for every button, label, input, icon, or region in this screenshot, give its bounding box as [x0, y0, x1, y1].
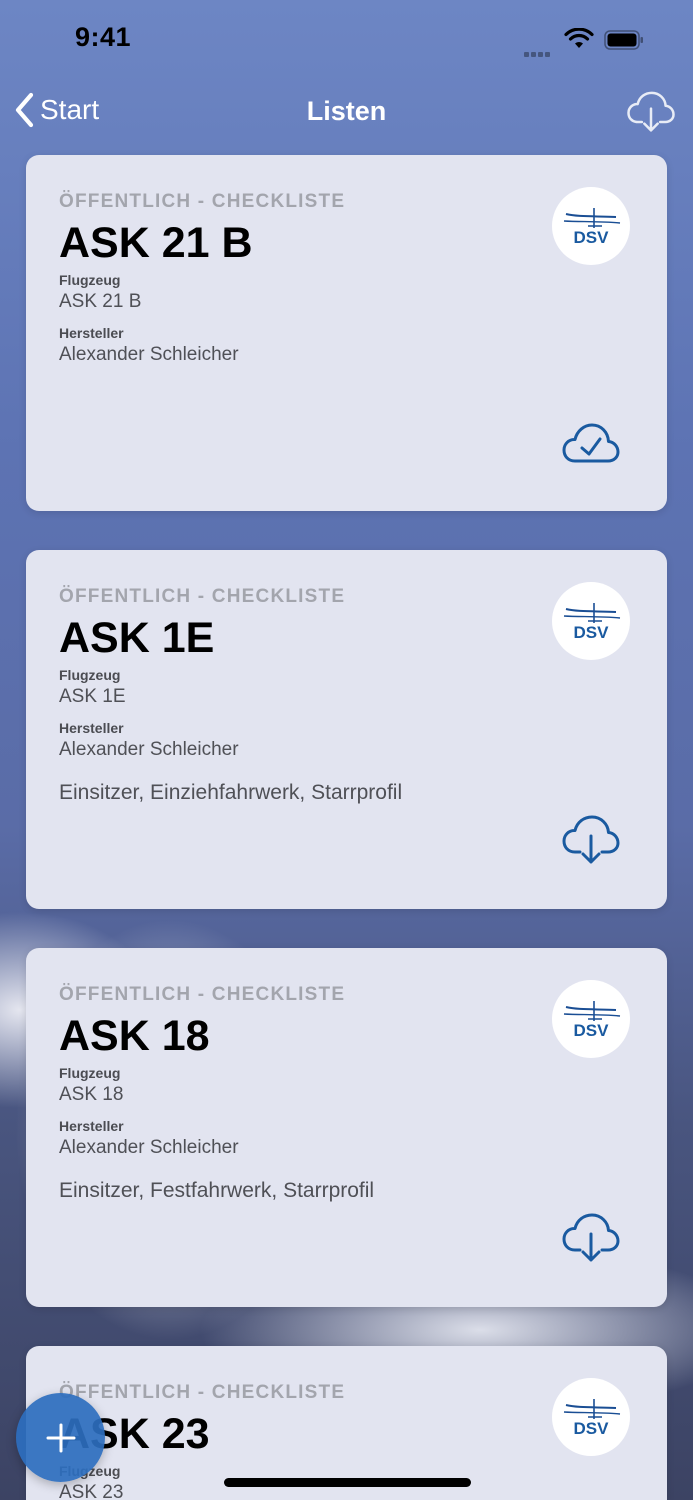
dsv-logo: DSV [552, 1378, 630, 1456]
download-button[interactable] [561, 1212, 621, 1269]
downloaded-status-button[interactable] [561, 421, 621, 470]
aircraft-label: Flugzeug [59, 272, 121, 288]
plus-icon [46, 1423, 75, 1452]
card-title: ASK 21 B [59, 219, 253, 267]
aircraft-value: ASK 18 [59, 1084, 124, 1105]
cellular-signal-icon [524, 44, 552, 62]
checklist-card[interactable]: ÖFFENTLICH - CHECKLISTE ASK 1E Flugzeug … [26, 550, 667, 909]
manufacturer-value: Alexander Schleicher [59, 344, 239, 365]
manufacturer-value: Alexander Schleicher [59, 1137, 239, 1158]
card-type-label: ÖFFENTLICH - CHECKLISTE [59, 586, 346, 607]
manufacturer-label: Hersteller [59, 720, 124, 736]
cloud-download-icon [627, 91, 675, 132]
add-checklist-button[interactable] [16, 1393, 105, 1482]
aircraft-label: Flugzeug [59, 1065, 121, 1081]
card-description: Einsitzer, Einziehfahrwerk, Starrprofil [59, 781, 403, 804]
page-title: Listen [306, 96, 387, 126]
home-indicator [224, 1478, 471, 1487]
dsv-logo: DSV [552, 980, 630, 1058]
dsv-logo: DSV [552, 187, 630, 265]
card-description: Einsitzer, Festfahrwerk, Starrprofil [59, 1179, 375, 1202]
navigation-bar: Start Listen [0, 80, 693, 144]
logo-text: DSV [574, 1021, 610, 1039]
checklist-card[interactable]: ÖFFENTLICH - CHECKLISTE ASK 23 Flugzeug … [26, 1346, 667, 1500]
card-type-label: ÖFFENTLICH - CHECKLISTE [59, 191, 346, 212]
aircraft-label: Flugzeug [59, 667, 121, 683]
card-type-label: ÖFFENTLICH - CHECKLISTE [59, 1382, 346, 1403]
manufacturer-label: Hersteller [59, 325, 124, 341]
manufacturer-value: Alexander Schleicher [59, 739, 239, 760]
logo-text: DSV [574, 228, 610, 246]
aircraft-value: ASK 1E [59, 686, 126, 707]
download-all-button[interactable] [626, 90, 676, 139]
wifi-icon [564, 28, 594, 48]
aircraft-value: ASK 21 B [59, 291, 142, 312]
cloud-download-icon [562, 815, 620, 864]
cloud-check-icon [562, 423, 620, 463]
checklist-card[interactable]: ÖFFENTLICH - CHECKLISTE ASK 18 Flugzeug … [26, 948, 667, 1307]
cloud-download-icon [562, 1213, 620, 1262]
status-time: 9:41 [75, 22, 132, 52]
card-title: ASK 18 [59, 1012, 210, 1060]
aircraft-value: ASK 23 [59, 1482, 124, 1500]
checklist-card[interactable]: ÖFFENTLICH - CHECKLISTE ASK 21 B Flugzeu… [26, 155, 667, 511]
battery-icon [604, 30, 643, 50]
logo-text: DSV [574, 623, 610, 641]
manufacturer-label: Hersteller [59, 1118, 124, 1134]
dsv-logo: DSV [552, 582, 630, 660]
logo-text: DSV [574, 1419, 610, 1437]
card-type-label: ÖFFENTLICH - CHECKLISTE [59, 984, 346, 1005]
download-button[interactable] [561, 814, 621, 871]
status-bar: 9:41 [0, 0, 693, 80]
card-title: ASK 1E [59, 614, 215, 662]
